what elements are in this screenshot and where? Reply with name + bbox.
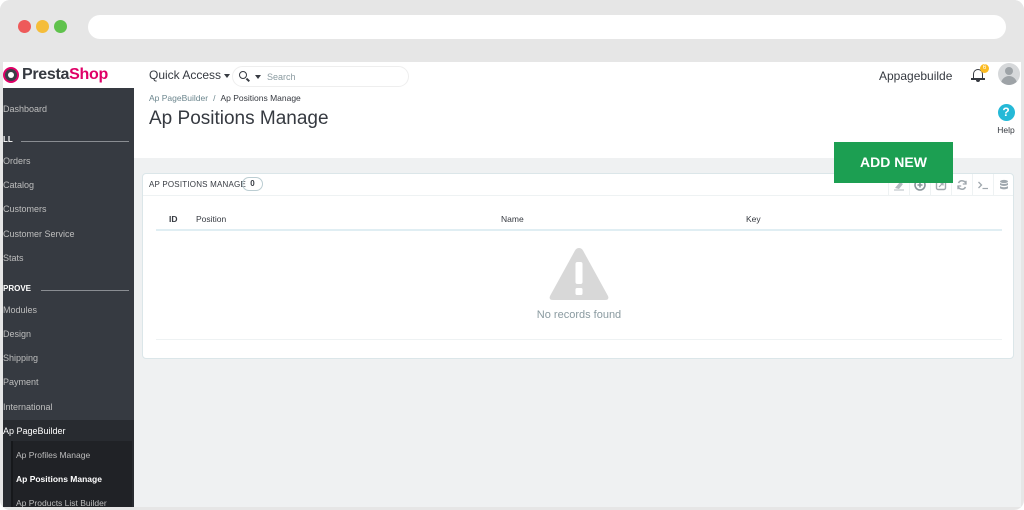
refresh-icon[interactable]: [951, 174, 972, 196]
sidebar-item-stats[interactable]: Stats: [3, 253, 134, 263]
chevron-down-icon: [224, 73, 231, 78]
logo-text-accent: Shop: [69, 66, 108, 83]
sidebar-item-ap-pagebuilder[interactable]: Ap PageBuilder: [3, 426, 66, 436]
browser-chrome: [0, 0, 1024, 62]
breadcrumb-parent[interactable]: Ap PageBuilder: [149, 93, 208, 103]
notification-badge: 6: [980, 64, 989, 73]
maximize-window-dot[interactable]: [54, 20, 67, 33]
logo-text: Presta: [22, 66, 70, 83]
close-window-dot[interactable]: [18, 20, 31, 33]
sidebar-item-customer-service[interactable]: Customer Service: [3, 229, 134, 239]
column-header-name[interactable]: Name: [501, 214, 524, 224]
sidebar-item-design[interactable]: Design: [3, 329, 134, 339]
help-label: Help: [997, 125, 1015, 135]
prestashop-logo[interactable]: PrestaShop: [3, 65, 108, 85]
breadcrumb-separator: /: [213, 93, 216, 103]
sidebar-subitem-ap-positions-manage[interactable]: Ap Positions Manage: [16, 474, 102, 484]
sidebar-item-customers[interactable]: Customers: [3, 204, 134, 214]
empty-state: No records found: [156, 232, 1002, 340]
shop-name-link[interactable]: Appagebuilde: [879, 69, 952, 83]
sidebar-item-catalog[interactable]: Catalog: [3, 180, 134, 190]
divider: [21, 141, 129, 142]
sidebar-item-payment[interactable]: Payment: [3, 377, 134, 387]
search-input[interactable]: [267, 70, 397, 84]
sidebar-section-label: PROVE: [3, 284, 32, 293]
add-new-button[interactable]: ADD NEW: [834, 142, 953, 183]
quick-access-dropdown[interactable]: Quick Access: [149, 68, 231, 82]
page-title: Ap Positions Manage: [149, 108, 329, 129]
sidebar-subitem-ap-profiles-manage[interactable]: Ap Profiles Manage: [16, 450, 90, 460]
sidebar-section-label: LL: [3, 135, 13, 144]
divider: [41, 290, 129, 291]
breadcrumb: Ap PageBuilder / Ap Positions Manage: [149, 93, 301, 103]
database-icon[interactable]: [993, 174, 1014, 196]
table-header-row: ID Position Name Key: [156, 209, 1002, 231]
prestashop-logo-icon: [3, 67, 19, 83]
terminal-icon[interactable]: [972, 174, 993, 196]
panel-title: AP POSITIONS MANAGE: [149, 180, 247, 189]
sidebar-item-dashboard[interactable]: Dashboard: [3, 104, 134, 114]
no-records-text: No records found: [536, 309, 622, 321]
breadcrumb-current: Ap Positions Manage: [220, 93, 301, 103]
sidebar-section-sell: LL: [3, 135, 134, 144]
column-header-id[interactable]: ID: [169, 214, 178, 224]
sidebar-section-improve: PROVE: [3, 284, 134, 293]
help-button[interactable]: ? Help: [992, 104, 1020, 140]
sidebar-item-international[interactable]: International: [3, 402, 134, 412]
record-count-badge: 0: [242, 177, 263, 191]
positions-panel: AP POSITIONS MANAGE 0 ID Position Name K…: [142, 173, 1014, 359]
search-box: [232, 66, 409, 87]
warning-icon: [549, 248, 609, 300]
search-type-dropdown[interactable]: [239, 71, 261, 83]
help-icon: ?: [997, 104, 1015, 121]
sidebar-subitem-ap-products-list-builder[interactable]: Ap Products List Builder: [16, 498, 107, 507]
column-header-key[interactable]: Key: [746, 214, 761, 224]
search-icon: [239, 71, 247, 79]
minimize-window-dot[interactable]: [36, 20, 49, 33]
column-header-position[interactable]: Position: [196, 214, 226, 224]
sidebar: Dashboard LL Orders Catalog Customers Cu…: [3, 88, 134, 507]
avatar[interactable]: [998, 63, 1020, 85]
prestashop-admin: PrestaShop Quick Access Appagebuilde 6: [3, 62, 1021, 507]
quick-access-label: Quick Access: [149, 68, 222, 82]
browser-window: PrestaShop Quick Access Appagebuilde 6: [0, 0, 1024, 510]
address-bar[interactable]: [88, 15, 1006, 39]
sidebar-item-shipping[interactable]: Shipping: [3, 353, 134, 363]
chevron-down-icon: [255, 75, 261, 79]
top-header: PrestaShop Quick Access Appagebuilde 6: [3, 62, 1021, 88]
sidebar-item-modules[interactable]: Modules: [3, 305, 134, 315]
sidebar-item-orders[interactable]: Orders: [3, 156, 134, 166]
